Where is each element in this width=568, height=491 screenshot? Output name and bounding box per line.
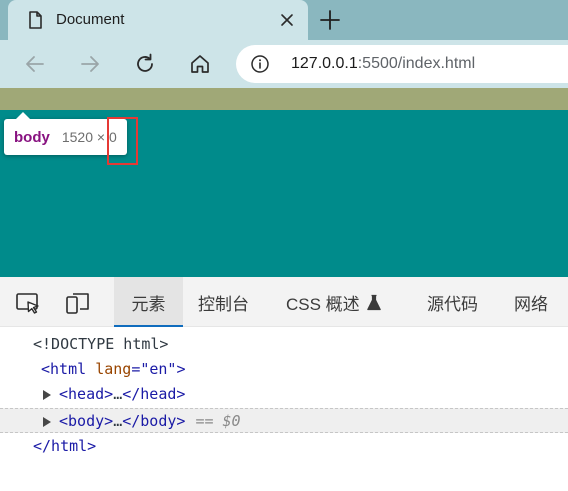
reload-icon[interactable] [132,51,158,77]
html-attr-name: lang [95,360,132,378]
head-ellipsis: … [113,385,123,403]
body-highlight-overlay [0,88,568,110]
dom-head-line[interactable]: <head>…</head> [0,382,568,407]
body-close-tag: </body> [122,412,186,430]
dom-body-line[interactable]: <body>…</body> == $0 [0,408,568,433]
close-icon[interactable] [276,9,298,31]
info-icon[interactable] [250,54,270,74]
back-arrow-icon[interactable] [22,51,48,77]
tab-elements-label: 元素 [131,294,166,314]
tab-sources-label: 源代码 [427,294,478,314]
html-attr-value: "en" [140,360,177,378]
browser-toolbar: 127.0.0.1:5500/index.html [0,40,568,88]
tab-elements[interactable]: 元素 [114,277,183,327]
red-annotation-box [107,117,138,165]
url-text: 127.0.0.1:5500/index.html [291,55,475,73]
dom-html-line[interactable]: <html lang="en"> [0,357,568,382]
document-icon [29,11,42,29]
html-open-tag: <html [41,360,87,378]
html-open-close: > [176,360,186,378]
browser-tab[interactable]: Document [8,0,308,40]
tab-sources[interactable]: 源代码 [427,277,478,327]
tooltip-tag-name: body [14,128,50,146]
forward-arrow-icon[interactable] [77,51,103,77]
html-attr-eq: = [131,360,141,378]
new-tab-icon[interactable] [318,8,342,32]
html-close-tag: </html> [33,437,97,455]
tab-console-label: 控制台 [198,294,249,314]
expand-triangle-icon[interactable] [43,416,51,427]
selected-node-marker: == $0 [195,412,241,430]
page-viewport: body 1520 × 0 [0,88,568,277]
devtools-panel: 元素 控制台 CSS 概述 源代码 网络 <!DOCTYPE html> <ht… [0,277,568,491]
dom-html-close-line[interactable]: </html> [0,434,568,459]
tooltip-arrow [16,112,30,119]
home-icon[interactable] [187,51,213,77]
doctype-text: <!DOCTYPE html> [33,335,169,353]
inspect-element-icon[interactable] [14,290,42,316]
body-open-tag: <body> [59,412,114,430]
tab-title: Document [56,11,125,28]
tab-network-label: 网络 [514,294,548,314]
url-host: 127.0.0.1 [291,55,358,72]
tab-css-overview[interactable]: CSS 概述 [286,277,382,327]
experiment-flask-icon [366,294,381,310]
head-open-tag: <head> [59,385,114,403]
head-close-tag: </head> [122,385,186,403]
tab-strip: Document [0,0,568,40]
device-emulation-icon[interactable] [64,290,92,316]
tab-css-overview-label: CSS 概述 [286,294,360,314]
dom-doctype-line[interactable]: <!DOCTYPE html> [0,332,568,357]
tab-network[interactable]: 网络 [514,277,548,327]
url-path: :5500/index.html [357,55,476,72]
body-ellipsis: … [113,412,123,430]
devtools-tab-bar: 元素 控制台 CSS 概述 源代码 网络 [0,277,568,327]
address-bar[interactable]: 127.0.0.1:5500/index.html [236,45,568,83]
expand-triangle-icon[interactable] [43,389,51,400]
tab-console[interactable]: 控制台 [198,277,249,327]
